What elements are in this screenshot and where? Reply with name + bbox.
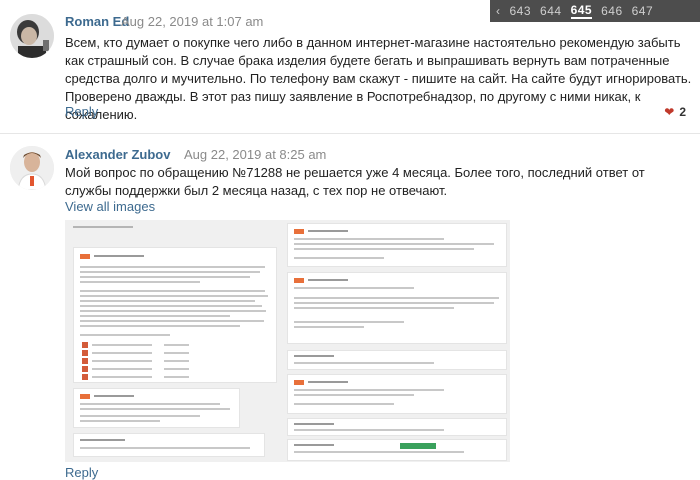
- comment-author[interactable]: Roman Ed: [65, 14, 129, 29]
- avatar[interactable]: [10, 146, 54, 190]
- comment: Roman Ed Aug 22, 2019 at 1:07 am Всем, к…: [0, 0, 700, 130]
- comment-date[interactable]: Aug 22, 2019 at 1:07 am: [121, 14, 263, 29]
- like-count: 2: [679, 105, 686, 119]
- like-button[interactable]: ❤ 2: [664, 105, 686, 119]
- comment-text: Мой вопрос по обращению №71288 не решает…: [65, 165, 645, 198]
- heart-icon: ❤: [664, 105, 675, 119]
- comment-author[interactable]: Alexander Zubov: [65, 147, 170, 162]
- attachment-image[interactable]: [65, 220, 510, 462]
- avatar[interactable]: [10, 14, 54, 58]
- comment-text: Всем, кто думает о покупке чего либо в д…: [65, 35, 692, 122]
- view-all-images-link[interactable]: View all images: [65, 199, 155, 214]
- comment: Alexander Zubov Aug 22, 2019 at 8:25 am …: [0, 134, 700, 480]
- comment-date[interactable]: Aug 22, 2019 at 8:25 am: [184, 147, 326, 162]
- reply-button[interactable]: Reply: [65, 104, 98, 119]
